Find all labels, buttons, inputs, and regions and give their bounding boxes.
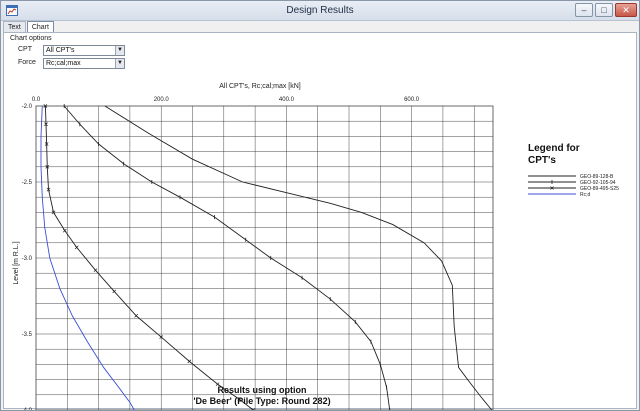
- minimize-button[interactable]: –: [575, 3, 593, 17]
- chart-svg: All CPT's, Rc;cal;max [kN] 0.0 200.0 400.0…: [13, 83, 619, 410]
- y-axis-label: Level [m R.L.]: [13, 241, 20, 284]
- close-button[interactable]: ✕: [615, 3, 637, 17]
- force-select[interactable]: Rc;cal;max ▼: [43, 58, 125, 69]
- series-marker: [134, 313, 139, 318]
- chart-options-title: Chart options: [10, 35, 52, 42]
- x-tick-label: 400.0: [279, 97, 295, 103]
- x-tick-label: 0.0: [32, 97, 41, 103]
- chevron-down-icon[interactable]: ▼: [115, 46, 124, 55]
- chart-title: All CPT's, Rc;cal;max [kN]: [219, 83, 301, 90]
- grid-lines: [36, 106, 493, 410]
- cpt-label: CPT: [18, 46, 32, 53]
- series-marker: [93, 268, 98, 273]
- footer-line1: Results using option: [218, 385, 307, 395]
- window-title: Design Results: [286, 5, 354, 16]
- y-tick-label: -3.5: [22, 332, 33, 338]
- design-results-window: Design Results – □ ✕ Text Chart Chart op…: [0, 0, 640, 411]
- chevron-down-icon[interactable]: ▼: [115, 59, 124, 68]
- cpt-select-value: All CPT's: [46, 47, 75, 54]
- y-tick-label: -3.0: [22, 256, 33, 262]
- x-tick-label: 600.0: [404, 97, 420, 103]
- y-tick-labels: -2.0 -2.5 -3.0 -3.5 -4.0: [22, 104, 33, 410]
- series-marker: [112, 289, 117, 294]
- series-marker: [62, 228, 67, 233]
- legend: GEO-89-128-BGEO-92-105-94GEO-89-495-S25R…: [528, 174, 619, 198]
- series-marker: [187, 359, 192, 364]
- maximize-button[interactable]: □: [595, 3, 613, 17]
- series-lines: [40, 104, 493, 410]
- legend-title-line2: CPT's: [528, 155, 556, 166]
- chart-tab-panel: Chart options CPT All CPT's ▼ Force Rc;c…: [3, 32, 637, 410]
- series-marker: [74, 245, 79, 250]
- legend-label: Rc;d: [580, 192, 591, 198]
- x-tick-label: 200.0: [154, 97, 170, 103]
- title-bar: Design Results – □ ✕: [1, 1, 639, 21]
- force-label: Force: [18, 59, 36, 66]
- y-tick-label: -2.5: [22, 180, 33, 186]
- force-select-value: Rc;cal;max: [46, 60, 81, 67]
- y-tick-label: -4.0: [22, 408, 33, 410]
- x-tick-labels: 0.0 200.0 400.0 600.0: [32, 97, 420, 103]
- chart-options-group: Chart options CPT All CPT's ▼ Force Rc;c…: [8, 35, 208, 73]
- cpt-select[interactable]: All CPT's ▼: [43, 45, 125, 56]
- footer-line2: 'De Beer' (Pile Type: Round 282): [193, 396, 330, 406]
- legend-title-line1: Legend for: [528, 143, 580, 154]
- y-tick-label: -2.0: [22, 104, 33, 110]
